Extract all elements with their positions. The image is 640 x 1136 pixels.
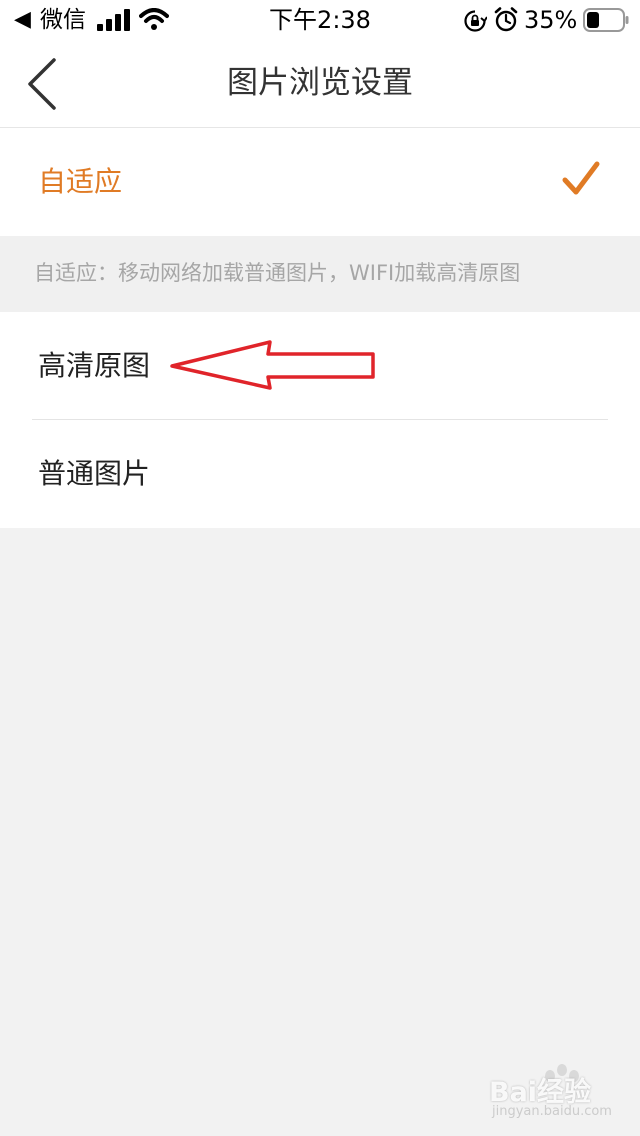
checkmark-icon: [562, 161, 600, 195]
nav-bar: 图片浏览设置: [0, 40, 640, 128]
rotation-lock-icon: [464, 10, 487, 32]
page-title: 图片浏览设置: [227, 65, 413, 101]
option-adaptive-label: 自适应: [38, 165, 123, 198]
option-normal[interactable]: 普通图片: [0, 420, 640, 528]
watermark-sub: jingyan.baidu.com: [492, 1104, 612, 1119]
adaptive-hint: 自适应：移动网络加载普通图片，WIFI加载高清原图: [0, 236, 640, 312]
alarm-icon: [494, 7, 518, 32]
red-arrow-left-icon: [170, 340, 375, 390]
battery-percent: 35%: [524, 6, 578, 34]
option-adaptive[interactable]: 自适应: [0, 128, 640, 236]
option-normal-label: 普通图片: [38, 457, 151, 490]
status-bar: ◀ 微信 下午2:38 35%: [0, 0, 640, 40]
adaptive-hint-text: 自适应：移动网络加载普通图片，WIFI加载高清原图: [34, 261, 521, 285]
option-hd-original-label: 高清原图: [38, 349, 151, 382]
battery-icon: [583, 8, 629, 32]
